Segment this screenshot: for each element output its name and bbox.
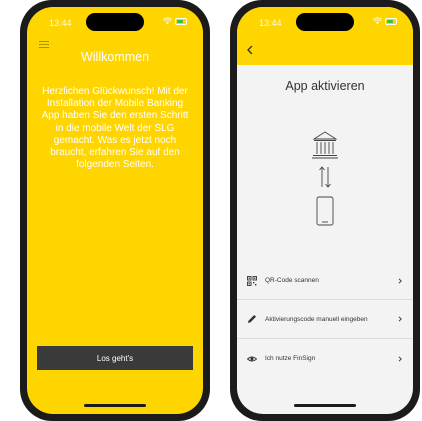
chevron-right-icon — [397, 316, 403, 322]
activation-options-list: QR-Code scannen Aktivierungscode manuell… — [237, 261, 413, 378]
chevron-right-icon — [397, 355, 403, 362]
status-bar: 13:44 — [237, 7, 413, 35]
status-time: 13:44 — [49, 18, 72, 28]
dynamic-island — [86, 13, 144, 31]
option-label: Aktivierungscode manuell eingeben — [265, 315, 368, 323]
finsign-icon — [247, 354, 257, 364]
menu-icon[interactable] — [39, 41, 49, 49]
pencil-icon — [247, 314, 257, 324]
option-finsign[interactable]: Ich nutze FinSign — [237, 339, 413, 378]
home-indicator — [84, 404, 146, 407]
status-icons — [373, 17, 397, 25]
battery-icon — [385, 17, 397, 25]
battery-icon — [175, 17, 187, 25]
activate-screen: 13:44 App aktivieren QR-Code scannen Akt… — [237, 7, 413, 414]
status-icons — [163, 17, 187, 25]
page-title: Willkommen — [80, 50, 150, 64]
phone-welcome: 13:44 Willkommen Herzlichen Glückwunsch!… — [20, 0, 210, 421]
option-label: Ich nutze FinSign — [265, 355, 316, 362]
wifi-icon — [163, 17, 172, 25]
activation-illustration — [305, 127, 345, 233]
status-bar: 13:44 — [27, 7, 203, 35]
welcome-screen: 13:44 Willkommen Herzlichen Glückwunsch!… — [27, 7, 203, 414]
option-qr-code[interactable]: QR-Code scannen — [237, 261, 413, 300]
option-label: QR-Code scannen — [265, 277, 319, 284]
smartphone-icon — [316, 196, 334, 226]
status-time: 13:44 — [259, 18, 282, 28]
get-started-button[interactable]: Los geht's — [37, 346, 193, 370]
home-indicator — [294, 404, 356, 407]
chevron-right-icon — [397, 277, 403, 284]
back-icon[interactable] — [245, 45, 255, 55]
qr-code-icon — [247, 275, 257, 286]
welcome-message: Herzlichen Glückwunsch! Mit der Installa… — [41, 86, 189, 171]
bank-icon — [312, 131, 338, 159]
page-title: App aktivieren — [285, 79, 365, 93]
phone-activate: 13:44 App aktivieren QR-Code scannen Akt… — [230, 0, 420, 421]
wifi-icon — [373, 17, 382, 25]
dynamic-island — [296, 13, 354, 31]
transfer-arrows-icon — [319, 166, 331, 188]
option-manual-code[interactable]: Aktivierungscode manuell eingeben — [237, 300, 413, 339]
